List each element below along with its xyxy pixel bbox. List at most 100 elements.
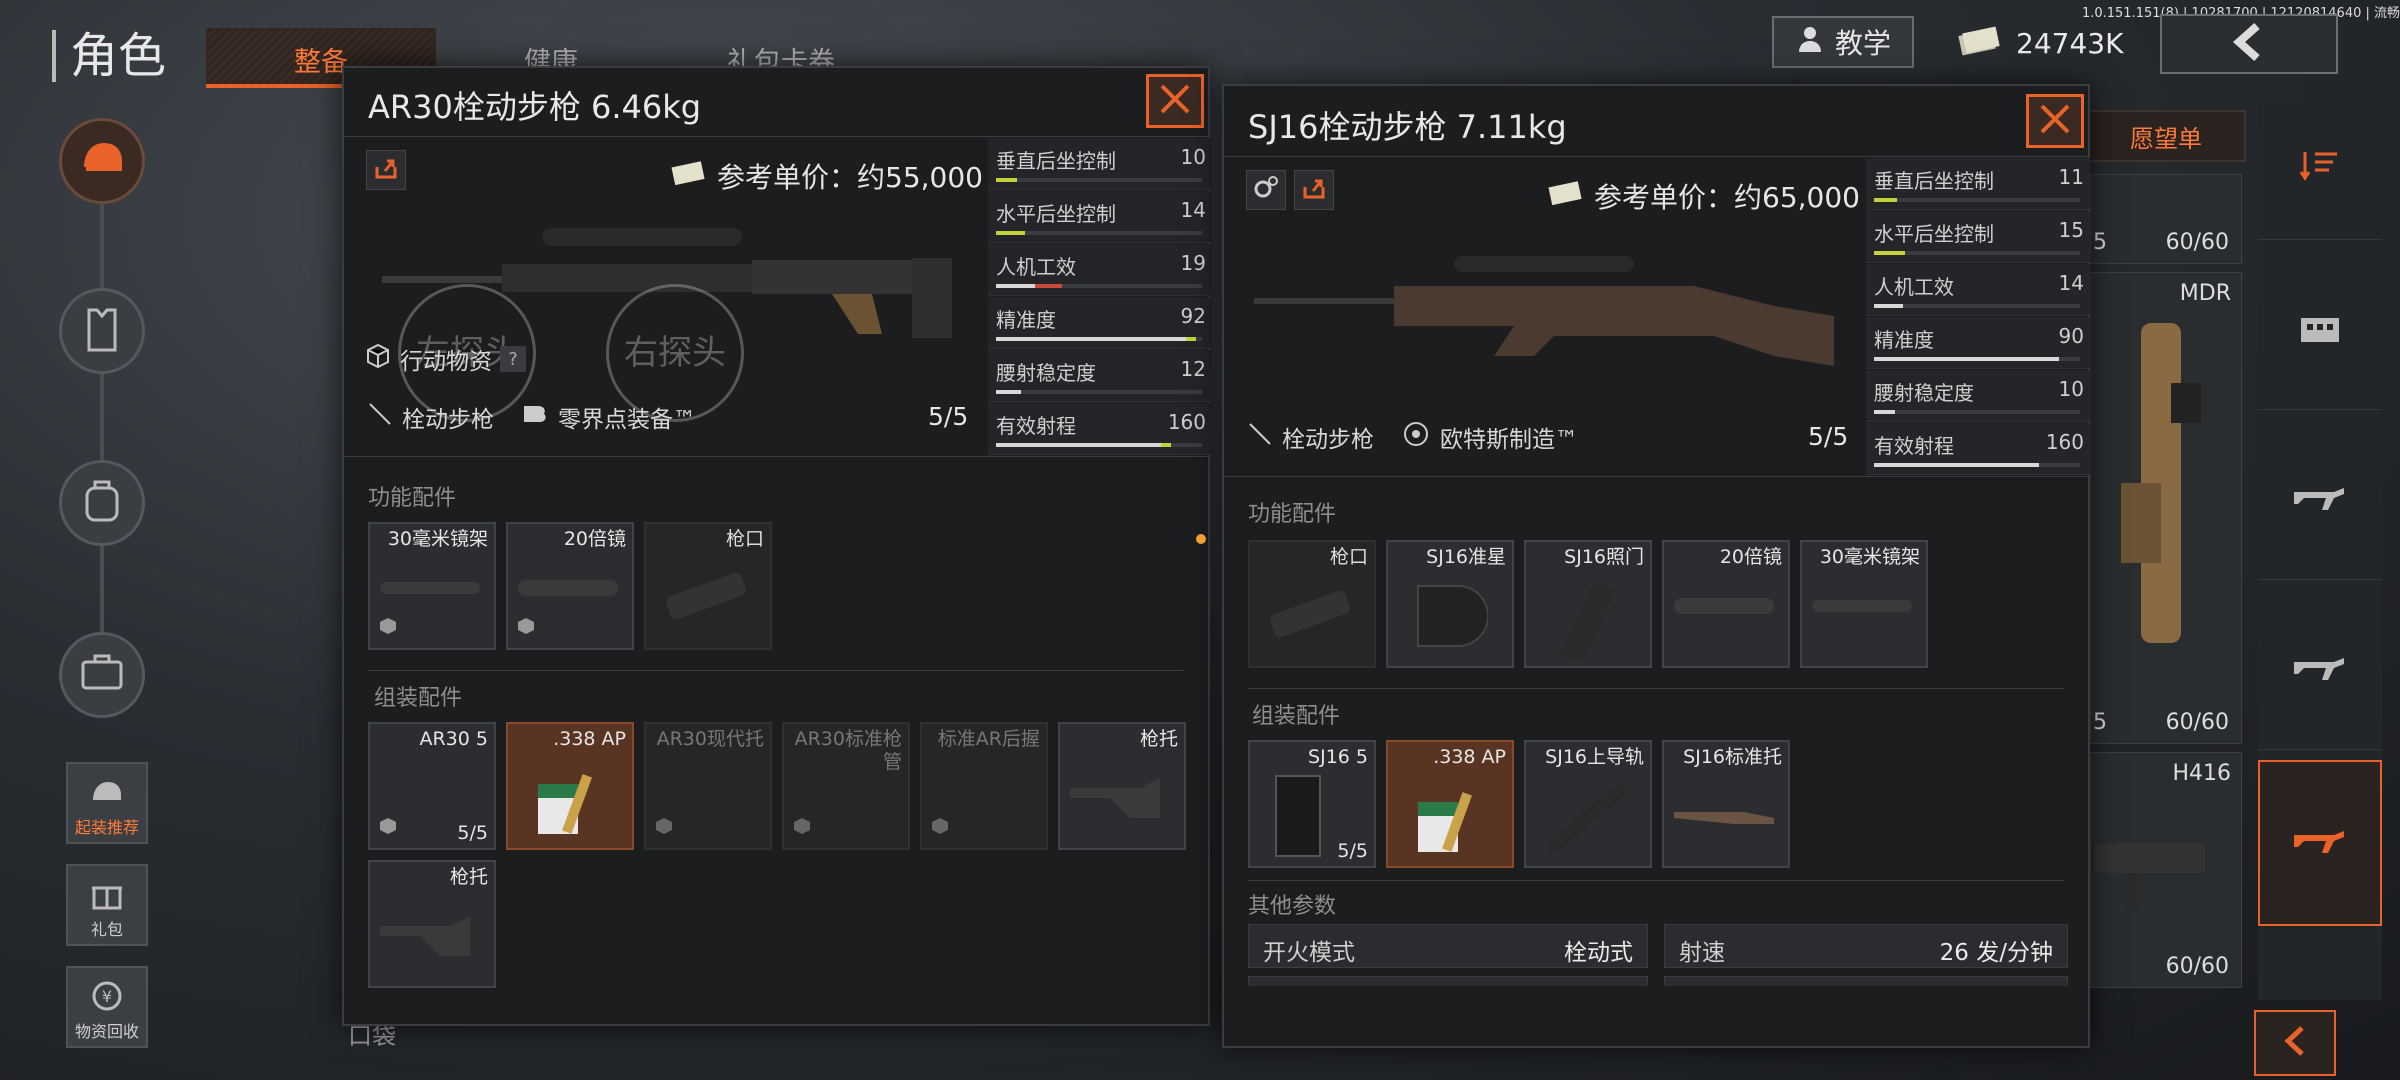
attachment-slot[interactable]: 30毫米镜架 [368, 522, 496, 650]
category-sniper[interactable] [2258, 760, 2382, 926]
stat-value: 160 [1167, 410, 1206, 434]
stat-value: 160 [2045, 430, 2084, 454]
wishlist-tab[interactable]: 愿望单 [2086, 110, 2246, 162]
weapon-card[interactable]: H416 60/60 [2090, 752, 2242, 988]
param-fire-rate: 射速 26 发/分钟 [1664, 924, 2068, 968]
stat-label: 有效射程 [1874, 434, 1954, 458]
stat-label: 有效射程 [996, 414, 1076, 438]
param-value: 栓动式 [1564, 940, 1633, 966]
weapon-type: 栓动步枪 [402, 407, 494, 433]
front-sight-image [1408, 576, 1489, 660]
sidebar-line [100, 120, 104, 700]
share-icon [1301, 175, 1327, 205]
recycle-icon: ¥ [88, 978, 126, 1018]
function-attachments-label: 功能配件 [1248, 502, 1337, 527]
back-arrow-icon [2229, 22, 2269, 66]
stat-row: 人机工效 19 [988, 244, 1212, 296]
stat-bar [1874, 251, 2080, 255]
attachment-slot[interactable]: AR30标准枪管 [782, 722, 910, 850]
stat-row: 精准度 92 [988, 297, 1212, 349]
stat-value: 15 [2058, 218, 2084, 242]
attachment-slot[interactable]: .338 AP [506, 722, 634, 850]
box-icon [654, 816, 674, 840]
helmet-slot[interactable] [59, 118, 145, 204]
close-icon [2038, 102, 2072, 140]
customize-button[interactable] [1246, 170, 1286, 210]
recycle-button[interactable]: ¥ 物资回收 [66, 966, 148, 1048]
close-icon [1158, 82, 1192, 120]
function-slots: 枪口 SJ16准星 SJ16照门 20倍镜 30毫米镜架 [1248, 540, 2068, 670]
slot-label: 枪口 [725, 528, 764, 550]
stat-bar [996, 390, 1202, 394]
stat-value: 19 [1180, 251, 1206, 275]
weapon-card[interactable]: 60/60 5 [2090, 174, 2242, 264]
case-slot[interactable] [59, 632, 145, 718]
stat-row: 水平后坐控制 14 [988, 191, 1212, 243]
slot-label: .338 AP [553, 728, 626, 750]
maker-row: 欧特斯制造™ [1402, 420, 1578, 454]
stat-row: 腰射稳定度 12 [988, 350, 1212, 402]
attachment-slot[interactable]: SJ16上导轨 [1524, 740, 1652, 868]
param-row-cut [1248, 976, 1648, 986]
attachment-slot[interactable]: 枪口 [644, 522, 772, 650]
stat-value: 10 [2058, 377, 2084, 401]
attachment-slot[interactable]: .338 AP [1386, 740, 1514, 868]
attachment-slot[interactable]: SJ16照门 [1524, 540, 1652, 668]
category-rifle[interactable] [2258, 420, 2382, 580]
divider [1224, 156, 2088, 157]
category-ammo-box[interactable] [2258, 250, 2382, 410]
durability: 5/5 [928, 402, 969, 431]
attachment-slot[interactable]: AR30 5 5/5 [368, 722, 496, 850]
back-button[interactable] [2160, 14, 2338, 74]
function-attachments-label: 功能配件 [368, 486, 457, 511]
weapon-card-count: 60/60 [2165, 230, 2229, 255]
divider [1224, 476, 2088, 477]
share-button[interactable] [1294, 170, 1334, 210]
weapon-card-left: 5 [2093, 710, 2107, 735]
weapon-card[interactable]: MDR 60/60 5 [2090, 272, 2242, 744]
attachment-slot[interactable]: AR30现代托 [644, 722, 772, 850]
attachment-slot[interactable]: 30毫米镜架 [1800, 540, 1928, 668]
stat-value: 14 [2058, 271, 2084, 295]
box-icon [516, 616, 536, 640]
stat-bar [1874, 304, 2080, 308]
vest-slot[interactable] [59, 288, 145, 374]
mount-image [380, 574, 480, 608]
rifle-icon [2290, 478, 2350, 522]
stock-image [1070, 768, 1170, 832]
loadout-recommend-button[interactable]: 起装推荐 [66, 762, 148, 844]
cash-icon [1958, 24, 2002, 63]
share-button[interactable] [366, 150, 406, 190]
stat-bar [996, 443, 1202, 447]
sort-button[interactable] [2258, 100, 2382, 240]
box-icon [930, 816, 950, 840]
attachment-slot[interactable]: 20倍镜 [1662, 540, 1790, 668]
teach-button[interactable]: 教学 [1772, 16, 1914, 68]
item-title: SJ16栓动步枪 7.11kg [1248, 108, 1567, 146]
attachment-slot[interactable]: SJ16 5 5/5 [1248, 740, 1376, 868]
slot-label: .338 AP [1433, 746, 1506, 768]
close-button[interactable] [2026, 94, 2084, 148]
close-button[interactable] [1146, 74, 1204, 128]
attachment-slot[interactable]: 标准AR后握 [920, 722, 1048, 850]
category-assault-rifle[interactable] [2258, 590, 2382, 750]
h416-rifle-image [2095, 813, 2205, 917]
attachment-slot[interactable]: 枪托 [1058, 722, 1186, 850]
svg-text:¥: ¥ [102, 987, 112, 1006]
attachment-slot[interactable]: 20倍镜 [506, 522, 634, 650]
assembly-slots: AR30 5 5/5 .338 AP AR30现代托 AR30标准枪管 标准AR后… [368, 722, 1198, 992]
gift-button[interactable]: 礼包 [66, 864, 148, 946]
collapse-button[interactable] [2254, 1010, 2336, 1076]
divider [344, 456, 1208, 457]
attachment-slot[interactable]: SJ16标准托 [1662, 740, 1790, 868]
attachment-slot[interactable]: 枪口 [1248, 540, 1376, 668]
rear-sight-image [1546, 580, 1626, 666]
bolt-rifle-icon [1246, 420, 1274, 454]
backpack-slot[interactable] [59, 460, 145, 546]
attachment-slot[interactable]: 枪托 [368, 860, 496, 988]
attachment-slot[interactable]: SJ16准星 [1386, 540, 1514, 668]
chevron-left-icon [2280, 1024, 2310, 1062]
assembly-slots: SJ16 5 5/5 .338 AP SJ16上导轨 SJ16标准托 [1248, 740, 2068, 870]
help-icon[interactable]: ? [500, 346, 526, 372]
muzzle-image [665, 564, 747, 628]
